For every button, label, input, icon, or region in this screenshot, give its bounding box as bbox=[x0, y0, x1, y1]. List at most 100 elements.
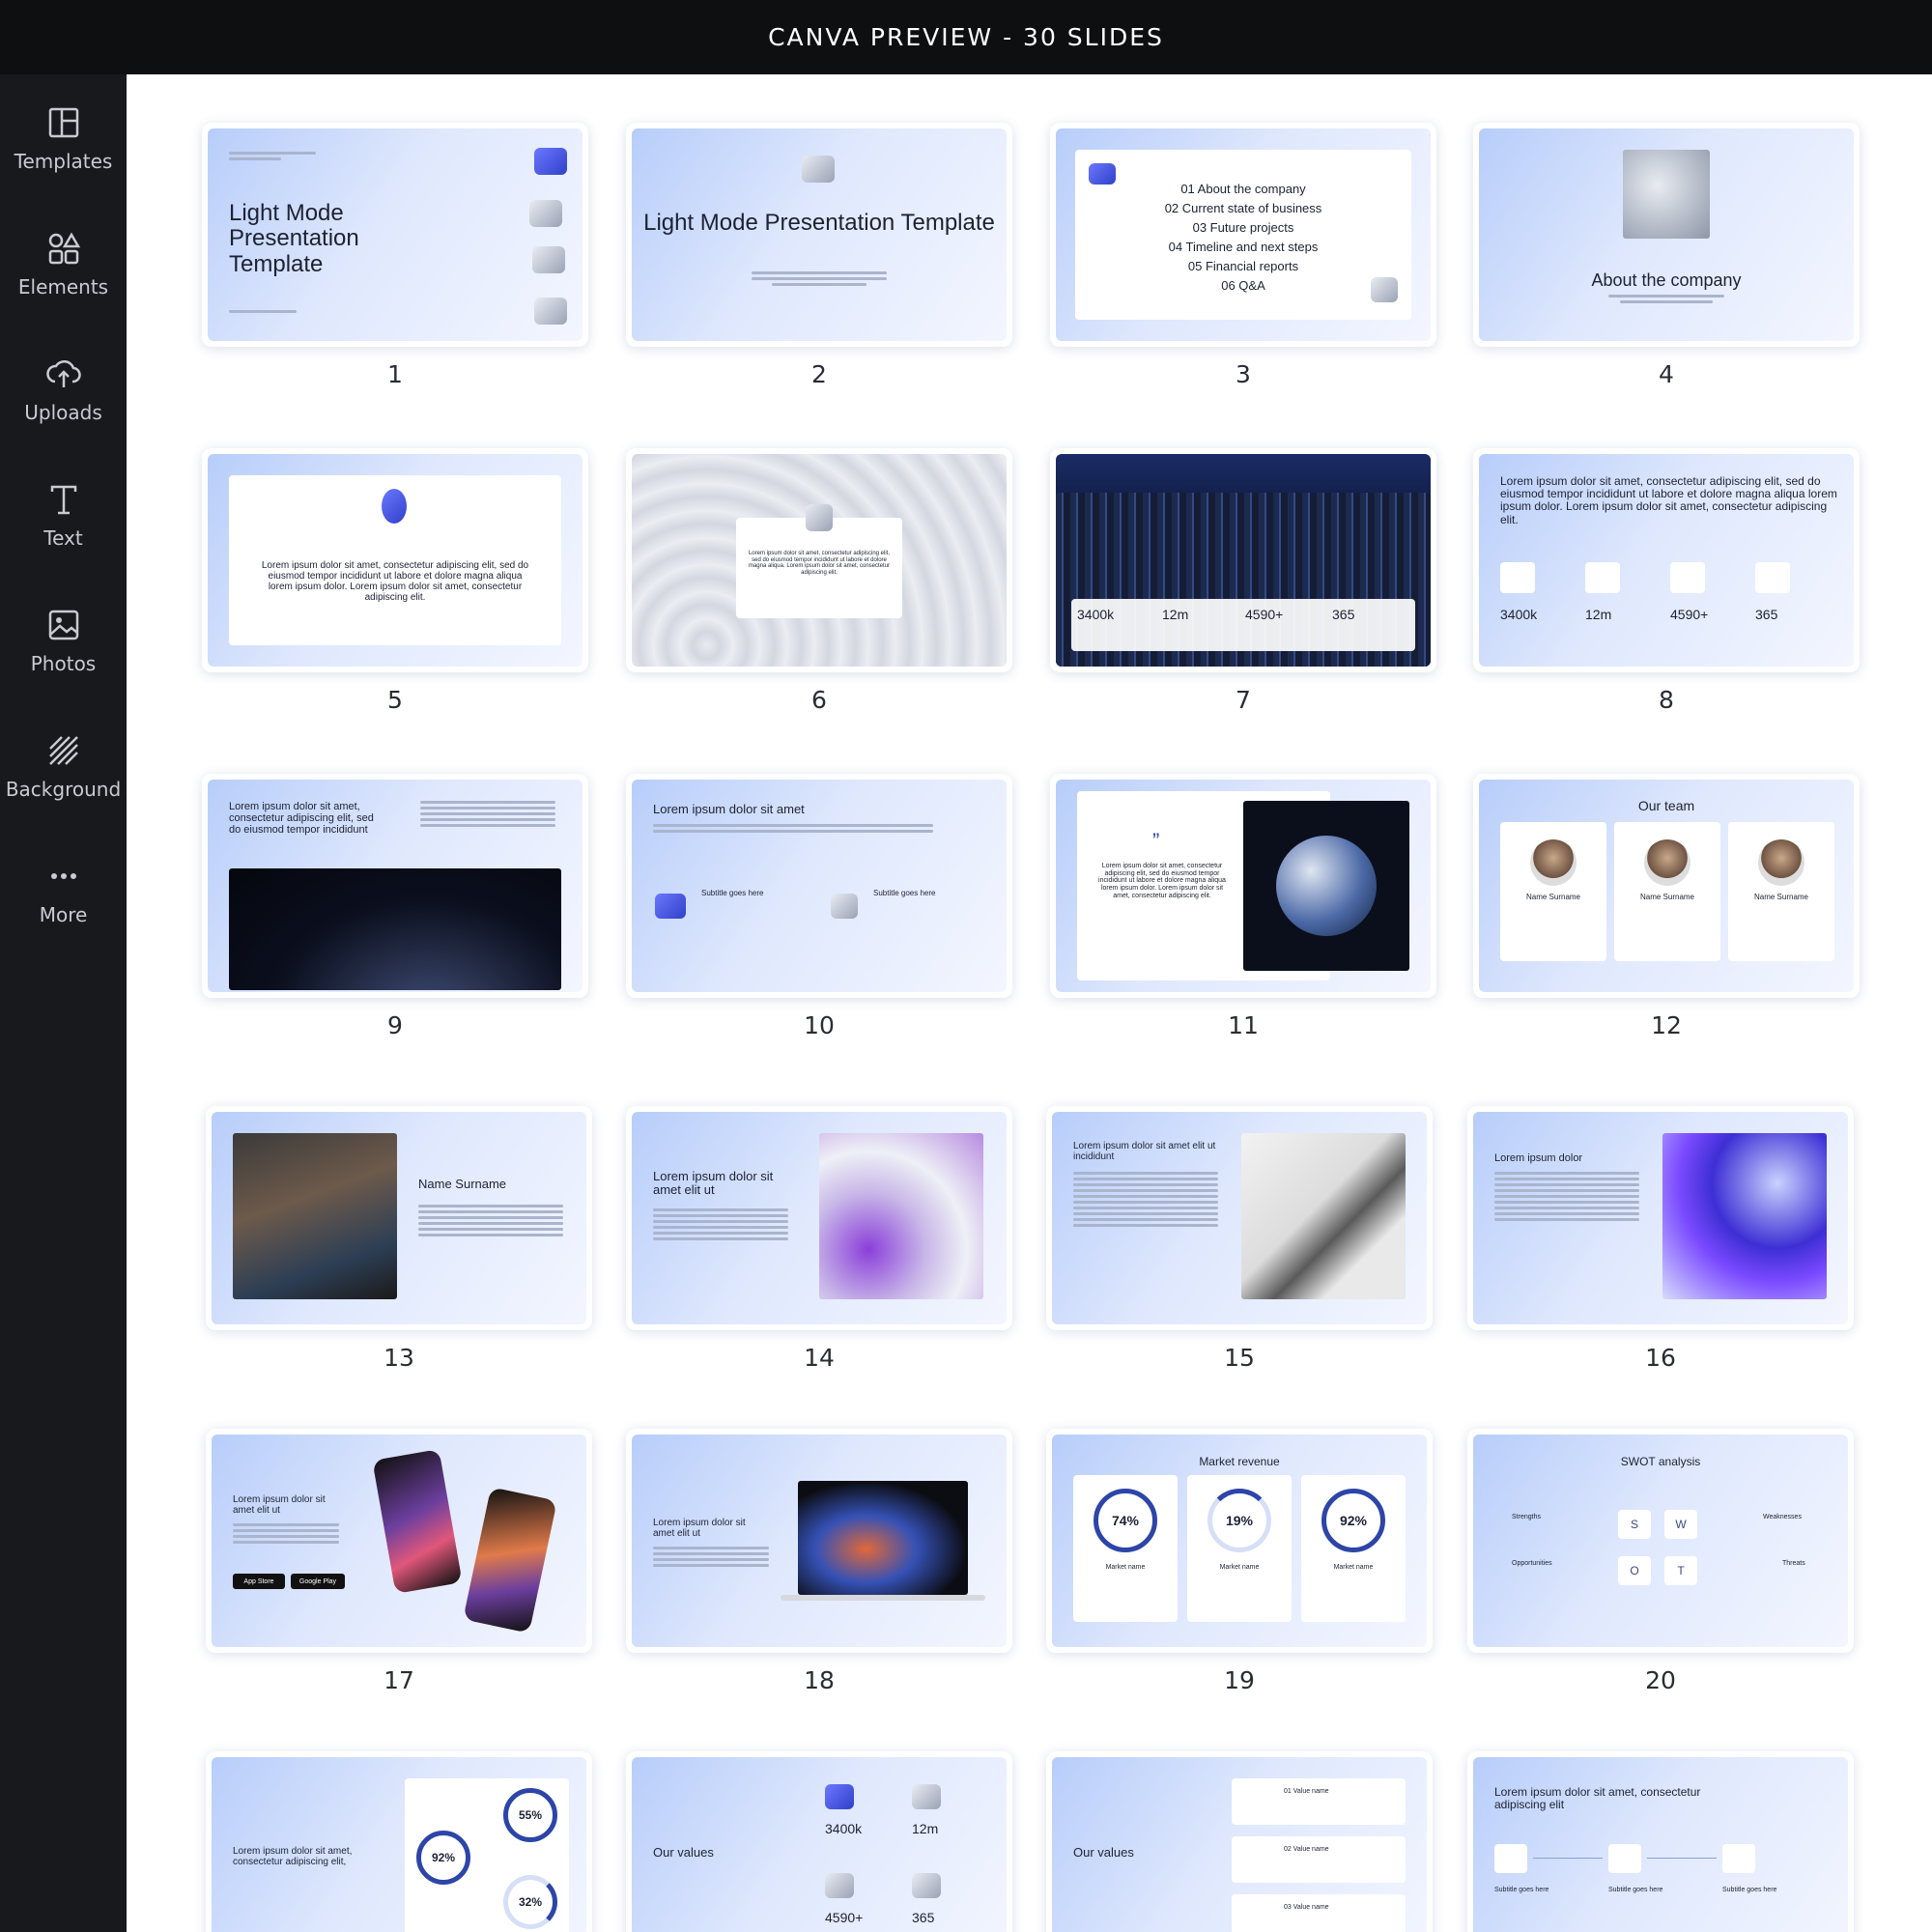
value-name: 01 Value name bbox=[1284, 1788, 1329, 1795]
percent-ring: 55% bbox=[503, 1788, 557, 1842]
slide-number: 15 bbox=[1224, 1344, 1255, 1372]
slide-thumbnail-24[interactable]: Lorem ipsum dolor sit amet, consectetur … bbox=[1467, 1751, 1854, 1932]
slide-thumbnail-14[interactable]: Lorem ipsum dolor sit amet elit ut bbox=[626, 1106, 1012, 1330]
slide-thumbnail-16[interactable]: Lorem ipsum dolor bbox=[1467, 1106, 1854, 1330]
slide-thumbnail-2[interactable]: Light Mode Presentation Template bbox=[626, 123, 1012, 347]
slide-thumbnail-15[interactable]: Lorem ipsum dolor sit amet elit ut incid… bbox=[1046, 1106, 1433, 1330]
slide-thumbnail-3[interactable]: 01 About the company 02 Current state of… bbox=[1050, 123, 1436, 347]
google-play-badge[interactable]: Google Play bbox=[291, 1574, 345, 1589]
agenda-item-2: 02 Current state of business bbox=[1164, 201, 1322, 215]
code-icon bbox=[1722, 1844, 1755, 1873]
slide-number: 9 bbox=[387, 1011, 403, 1039]
phone-image bbox=[463, 1487, 557, 1634]
slide-10-subtitle-2: Subtitle goes here bbox=[873, 889, 936, 897]
slide-thumbnail-8[interactable]: Lorem ipsum dolor sit amet, consectetur … bbox=[1473, 448, 1860, 672]
slide-1-date bbox=[229, 310, 297, 316]
slide-thumbnail-7[interactable]: 3400k 12m 4590+ 365 bbox=[1050, 448, 1436, 672]
uploads-icon bbox=[45, 359, 81, 387]
slide-thumbnail-22[interactable]: Our values 3400k 12m 4590+ 365 bbox=[626, 1751, 1012, 1932]
molecule-image bbox=[1623, 150, 1710, 239]
email-icon bbox=[912, 1784, 941, 1809]
market-percent: 92% bbox=[1321, 1489, 1385, 1552]
slide-9-heading: Lorem ipsum dolor sit amet, consectetur … bbox=[229, 801, 374, 837]
subtitle: Subtitle goes here bbox=[1494, 1887, 1549, 1893]
sidebar-item-templates[interactable]: Templates bbox=[0, 103, 127, 200]
slide-14-body bbox=[653, 1208, 788, 1243]
app-store-badge[interactable]: App Store bbox=[233, 1574, 285, 1589]
email-icon bbox=[1608, 1844, 1641, 1873]
more-icon bbox=[50, 873, 76, 879]
swot-letter: O bbox=[1618, 1556, 1651, 1585]
slide-14-heading: Lorem ipsum dolor sit amet elit ut bbox=[653, 1169, 774, 1198]
slide-thumbnail-12[interactable]: Our team Name Surname Name Surname Name … bbox=[1473, 774, 1860, 998]
lightbulb-icon bbox=[382, 489, 407, 524]
slide-thumbnail-4[interactable]: About the company bbox=[1473, 123, 1860, 347]
slide-thumbnail-9[interactable]: Lorem ipsum dolor sit amet, consectetur … bbox=[202, 774, 588, 998]
swot-label: Threats bbox=[1782, 1560, 1805, 1567]
slide-thumbnail-13[interactable]: Name Surname bbox=[206, 1106, 592, 1330]
stat-value: 4590+ bbox=[1670, 607, 1709, 622]
slide-22-heading: Our values bbox=[653, 1845, 714, 1860]
market-percent: 19% bbox=[1208, 1489, 1271, 1552]
sidebar-item-label: Uploads bbox=[24, 401, 102, 424]
shield-icon bbox=[831, 894, 858, 919]
chat-bubble-icon bbox=[655, 894, 686, 919]
sidebar-item-photos[interactable]: Photos bbox=[0, 606, 127, 702]
sidebar: Templates Elements Uploads Text Photos B… bbox=[0, 74, 127, 1932]
sidebar-item-uploads[interactable]: Uploads bbox=[0, 355, 127, 451]
slide-thumbnail-11[interactable]: ” Lorem ipsum dolor sit amet, consectetu… bbox=[1050, 774, 1436, 998]
slide-thumbnail-21[interactable]: Lorem ipsum dolor sit amet, consectetur … bbox=[206, 1751, 592, 1932]
value-row bbox=[1232, 1836, 1406, 1883]
slide-10-intro bbox=[653, 824, 933, 836]
slide-8-canvas: Lorem ipsum dolor sit amet, consectetur … bbox=[1479, 454, 1854, 667]
slide-thumbnail-20[interactable]: SWOT analysis Strengths Weaknesses Oppor… bbox=[1467, 1429, 1854, 1653]
slide-1-meta bbox=[229, 152, 316, 163]
sidebar-item-elements[interactable]: Elements bbox=[0, 229, 127, 326]
slide-thumbnail-5[interactable]: Lorem ipsum dolor sit amet, consectetur … bbox=[202, 448, 588, 672]
value-row bbox=[1232, 1778, 1406, 1825]
slide-thumbnail-19[interactable]: Market revenue 74% 19% 92% Market name M… bbox=[1046, 1429, 1433, 1653]
sidebar-item-label: More bbox=[39, 903, 88, 926]
slide-13-canvas: Name Surname bbox=[212, 1112, 586, 1324]
slide-5-canvas: Lorem ipsum dolor sit amet, consectetur … bbox=[208, 454, 582, 667]
percent-ring: 92% bbox=[416, 1831, 470, 1885]
slide-thumbnail-10[interactable]: Lorem ipsum dolor sit amet Subtitle goes… bbox=[626, 774, 1012, 998]
sidebar-item-background[interactable]: Background bbox=[0, 731, 127, 828]
slide-2-canvas: Light Mode Presentation Template bbox=[632, 128, 1007, 341]
slide-24-canvas: Lorem ipsum dolor sit amet, consectetur … bbox=[1473, 1757, 1848, 1932]
swot-label: Opportunities bbox=[1512, 1560, 1552, 1567]
slide-number: 20 bbox=[1645, 1666, 1676, 1694]
photos-icon bbox=[48, 610, 78, 640]
globe-icon bbox=[825, 1873, 854, 1898]
slide-thumbnail-18[interactable]: Lorem ipsum dolor sit amet elit ut bbox=[626, 1429, 1012, 1653]
slide-number: 1 bbox=[387, 360, 403, 388]
slide-15-steps bbox=[1073, 1172, 1218, 1230]
stat-value: 3400k bbox=[1500, 607, 1538, 622]
slide-14-canvas: Lorem ipsum dolor sit amet elit ut bbox=[632, 1112, 1007, 1324]
sidebar-item-text[interactable]: Text bbox=[0, 480, 127, 577]
swot-label: Weaknesses bbox=[1763, 1514, 1802, 1520]
slide-12-canvas: Our team Name Surname Name Surname Name … bbox=[1479, 780, 1854, 992]
chart-board-icon bbox=[529, 200, 562, 227]
slide-thumbnail-23[interactable]: Our values 01 Value name 02 Value name 0… bbox=[1046, 1751, 1433, 1932]
avatar bbox=[1758, 839, 1804, 886]
percent-ring: 32% bbox=[503, 1875, 557, 1929]
slide-5-body: Lorem ipsum dolor sit amet, consectetur … bbox=[261, 560, 529, 603]
slide-21-canvas: Lorem ipsum dolor sit amet, consectetur … bbox=[212, 1757, 586, 1932]
page-title: CANVA PREVIEW - 30 SLIDES bbox=[768, 23, 1164, 51]
agenda-item-1: 01 About the company bbox=[1180, 182, 1306, 196]
stat-value: 3400k bbox=[825, 1821, 863, 1836]
slide-thumbnail-1[interactable]: Light Mode Presentation Template bbox=[202, 123, 588, 347]
stat-value: 12m bbox=[912, 1821, 939, 1836]
subtitle: Subtitle goes here bbox=[1722, 1887, 1777, 1893]
slide-number: 14 bbox=[804, 1344, 835, 1372]
slide-23-canvas: Our values 01 Value name 02 Value name 0… bbox=[1052, 1757, 1427, 1932]
sidebar-item-more[interactable]: More bbox=[0, 857, 127, 953]
chat-bubble-icon bbox=[1500, 562, 1535, 593]
stats-panel bbox=[1071, 599, 1415, 651]
slide-thumbnail-17[interactable]: Lorem ipsum dolor sit amet elit ut App S… bbox=[206, 1429, 592, 1653]
stat-value: 365 bbox=[912, 1910, 935, 1925]
globe-icon bbox=[1670, 562, 1705, 593]
slide-thumbnail-6[interactable]: Lorem ipsum dolor sit amet, consectetur … bbox=[626, 448, 1012, 672]
stat-value: 4590+ bbox=[1245, 607, 1284, 622]
